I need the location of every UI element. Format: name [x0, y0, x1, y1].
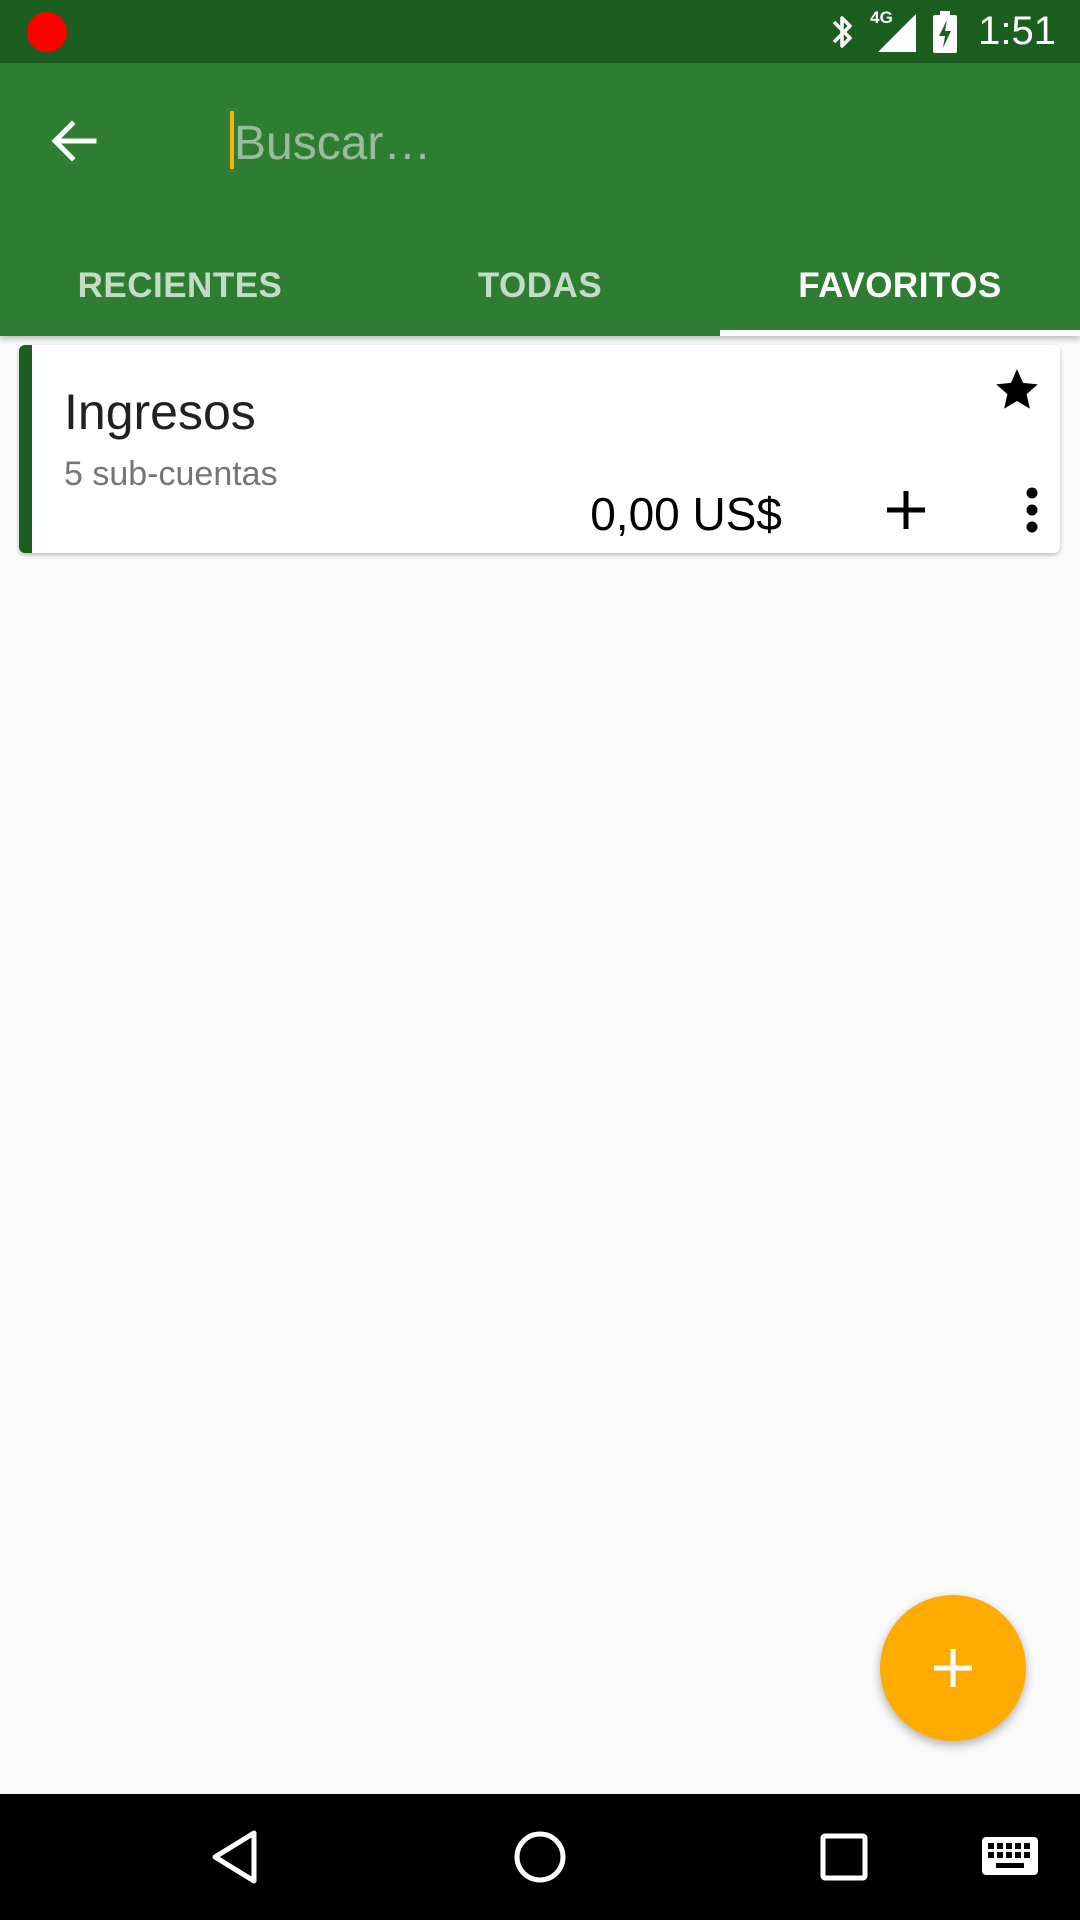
tab-favoritos[interactable]: FAVORITOS — [720, 236, 1080, 336]
arrow-back-icon — [51, 120, 97, 162]
tab-recientes[interactable]: RECIENTES — [0, 236, 360, 336]
keyboard-icon — [982, 1837, 1038, 1875]
navigation-bar — [0, 1794, 1080, 1920]
search-box[interactable] — [230, 103, 1034, 183]
nav-home-button[interactable] — [505, 1822, 575, 1892]
recents-square-icon — [820, 1833, 868, 1881]
text-cursor — [230, 111, 234, 169]
keyboard-switch-button[interactable] — [965, 1822, 1055, 1892]
plus-icon — [887, 491, 925, 529]
status-bar: 4G 1:51 — [0, 0, 1080, 63]
back-button[interactable] — [34, 101, 114, 181]
battery-charging-icon — [933, 10, 958, 53]
tab-bar: RECIENTES TODAS FAVORITOS — [0, 236, 1080, 336]
more-options-button[interactable] — [1012, 480, 1052, 540]
plus-icon — [934, 1649, 972, 1687]
status-icons: 4G 1:51 — [828, 0, 1056, 63]
app-bar: RECIENTES TODAS FAVORITOS — [0, 63, 1080, 336]
account-color-stripe — [19, 345, 32, 553]
star-icon — [996, 369, 1038, 409]
favorite-button[interactable] — [992, 365, 1042, 415]
tab-todas[interactable]: TODAS — [360, 236, 720, 336]
account-name: Ingresos — [64, 384, 256, 440]
nav-recents-button[interactable] — [809, 1822, 879, 1892]
back-triangle-icon — [212, 1830, 257, 1884]
account-balance: 0,00 US$ — [590, 488, 782, 540]
signal-4g-icon: 4G — [870, 8, 918, 54]
account-subaccounts: 5 sub-cuentas — [64, 455, 278, 493]
search-input[interactable] — [230, 103, 1034, 183]
nav-back-button[interactable] — [200, 1822, 270, 1892]
add-transaction-button[interactable] — [876, 480, 936, 540]
bluetooth-icon — [832, 15, 852, 48]
clock: 1:51 — [978, 9, 1056, 53]
home-circle-icon — [514, 1831, 566, 1883]
account-card[interactable]: Ingresos 5 sub-cuentas 0,00 US$ — [19, 345, 1060, 553]
recording-indicator-icon — [27, 12, 67, 52]
add-account-fab[interactable] — [880, 1595, 1026, 1741]
more-vert-icon — [1026, 487, 1038, 533]
